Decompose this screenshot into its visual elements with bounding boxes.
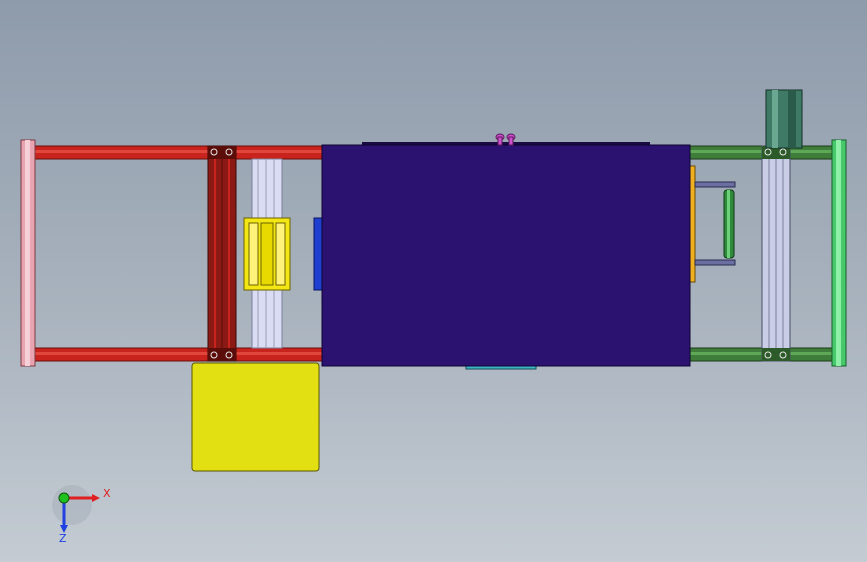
roller-mechanism[interactable] [688,165,736,283]
motor[interactable] [765,89,803,149]
right-end-post[interactable] [831,139,847,367]
assembly-model[interactable] [0,0,867,562]
cad-viewport[interactable]: X Z [0,0,867,562]
hopper-plate [191,362,320,472]
cover-plate [321,144,691,367]
z-axis-label: Z [59,532,67,545]
x-axis-label: X [103,487,111,500]
left-end-post[interactable] [20,139,36,367]
right-frame[interactable] [687,145,845,362]
reference-triad [52,485,100,533]
y-axis-dot [58,492,70,504]
carriage[interactable] [243,217,291,291]
